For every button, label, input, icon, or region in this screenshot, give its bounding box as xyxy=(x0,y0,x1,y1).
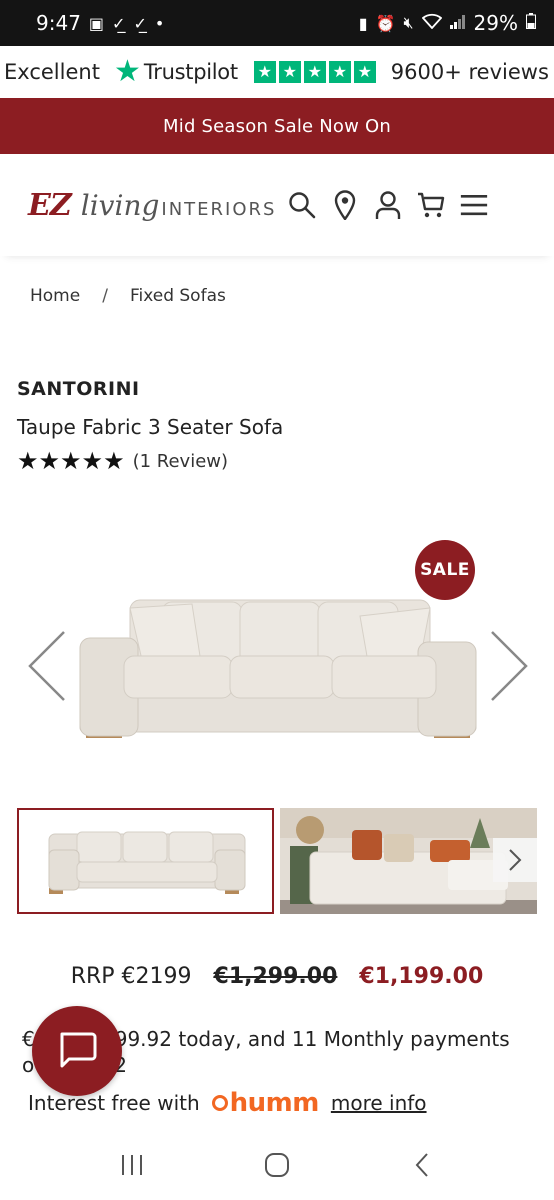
product-main-image[interactable] xyxy=(78,590,478,744)
battery-percent: 29% xyxy=(473,11,518,35)
gallery-next-arrow-icon[interactable] xyxy=(488,628,530,708)
status-bar: 9:47 ▣ ✓̲ ✓̲ • ▮ ⏰ 🔇︎ 29% xyxy=(0,0,554,46)
check-notification-icon: ✓̲ xyxy=(133,13,147,33)
price-rrp: RRP €2199 xyxy=(70,964,192,989)
logo-ez: EZ xyxy=(28,187,72,223)
gallery-notification-icon: ▣ xyxy=(88,13,105,33)
product-rating[interactable]: ★★★★★ (1 Review) xyxy=(17,449,228,473)
price-row: RRP €2199 €1,299.00 €1,199.00 xyxy=(0,964,554,989)
interest-free-text: Interest free with xyxy=(28,1091,200,1115)
trustpilot-rating-word: Excellent xyxy=(4,60,100,84)
price-now: €1,199.00 xyxy=(359,964,484,989)
trustpilot-star-icon: ★ xyxy=(113,54,141,89)
thumbnail-next-arrow-icon[interactable] xyxy=(493,838,537,882)
search-icon[interactable] xyxy=(288,190,316,220)
rating-stars-icon: ★★★★★ xyxy=(17,447,125,475)
check-notification-icon: ✓̲ xyxy=(112,13,126,33)
trustpilot-star-box-icon: ★ xyxy=(328,61,351,83)
humm-logo: humm xyxy=(211,1088,320,1118)
trustpilot-star-box-icon: ★ xyxy=(303,61,326,83)
thumbnail-2[interactable] xyxy=(280,808,537,914)
humm-logo-text: humm xyxy=(229,1088,320,1118)
status-time: 9:47 xyxy=(36,11,81,35)
cart-icon[interactable] xyxy=(417,190,445,220)
breadcrumb-separator: / xyxy=(102,286,108,306)
account-icon[interactable] xyxy=(374,190,402,220)
menu-icon[interactable] xyxy=(460,190,488,220)
promo-banner[interactable]: Mid Season Sale Now On xyxy=(0,98,554,154)
humm-dot-icon xyxy=(211,1095,228,1111)
trustpilot-star-box-icon: ★ xyxy=(278,61,301,83)
trustpilot-stars: ★ ★ ★ ★ ★ xyxy=(253,61,376,83)
battery-saver-icon: ▮ xyxy=(358,13,368,33)
trustpilot-star-box-icon: ★ xyxy=(353,61,376,83)
chat-icon xyxy=(55,1027,99,1075)
back-icon[interactable] xyxy=(402,1145,442,1185)
trustpilot-brand: Trustpilot xyxy=(143,60,238,84)
review-count[interactable]: (1 Review) xyxy=(133,451,228,472)
system-nav-bar xyxy=(0,1130,554,1200)
promo-text: Mid Season Sale Now On xyxy=(163,115,391,137)
gallery-prev-arrow-icon[interactable] xyxy=(26,628,68,708)
alarm-icon: ⏰ xyxy=(375,13,396,33)
chat-button[interactable] xyxy=(32,1006,122,1096)
wifi-icon xyxy=(421,13,442,33)
dot-icon: • xyxy=(154,13,165,33)
breadcrumb-home[interactable]: Home xyxy=(30,286,80,306)
site-logo[interactable]: EZ living INTERIORS xyxy=(28,188,276,223)
price-was: €1,299.00 xyxy=(213,964,338,989)
location-icon[interactable] xyxy=(331,190,359,220)
mute-icon: 🔇︎ xyxy=(403,13,414,32)
product-title: Taupe Fabric 3 Seater Sofa xyxy=(17,415,284,439)
home-icon[interactable] xyxy=(257,1145,297,1185)
breadcrumb-current[interactable]: Fixed Sofas xyxy=(130,286,226,306)
more-info-link[interactable]: more info xyxy=(331,1091,427,1115)
trustpilot-review-count: 9600+ reviews xyxy=(390,60,549,84)
gallery-thumbnails xyxy=(17,808,537,914)
thumbnail-1-selected[interactable] xyxy=(17,808,274,914)
logo-interiors: INTERIORS xyxy=(161,198,277,220)
trustpilot-bar[interactable]: Excellent ★ Trustpilot ★ ★ ★ ★ ★ 9600+ r… xyxy=(0,46,554,98)
payment-line1: 99.92 today, and 11 Monthly payments xyxy=(114,1027,510,1051)
trustpilot-star-box-icon: ★ xyxy=(253,61,276,83)
signal-icon xyxy=(449,14,466,33)
site-header: EZ living INTERIORS xyxy=(0,154,554,256)
breadcrumb: Home / Fixed Sofas xyxy=(30,286,226,306)
recent-apps-icon[interactable] xyxy=(112,1145,152,1185)
logo-living: living xyxy=(80,188,160,222)
product-brand: SANTORINI xyxy=(17,378,140,400)
battery-icon xyxy=(526,13,536,33)
